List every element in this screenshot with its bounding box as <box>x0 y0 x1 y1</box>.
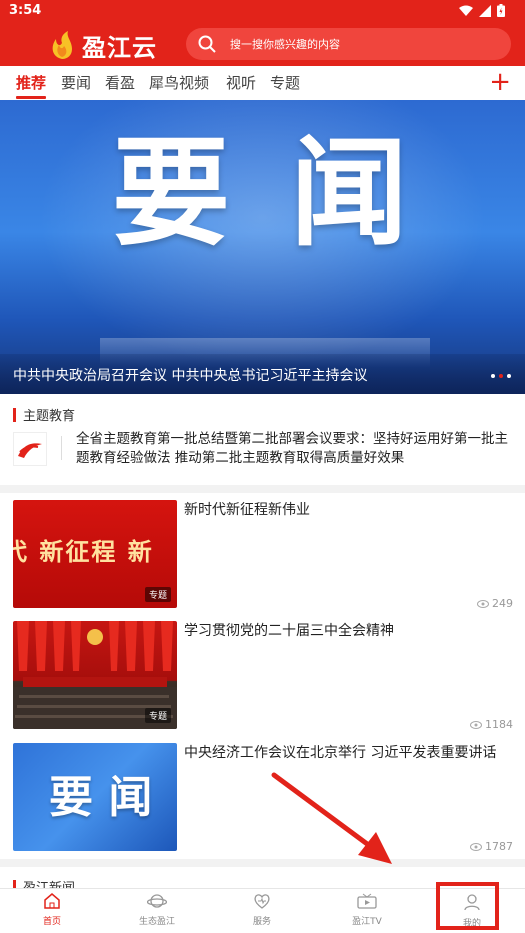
tab-audiovisual[interactable]: 视听 <box>226 72 256 93</box>
status-bar: 3:54 <box>0 0 525 24</box>
eye-icon <box>477 599 489 608</box>
view-count: 1787 <box>470 840 513 853</box>
news-card[interactable]: 代 新征程 新 专题 新时代新征程新伟业 249 <box>13 500 513 610</box>
home-icon <box>44 893 60 909</box>
news-title: 中央经济工作会议在北京举行 习近平发表重要讲话 <box>184 745 497 761</box>
heart-service-icon <box>254 894 270 909</box>
banner-big-text-2: 闻 <box>290 124 409 262</box>
carousel-dot-active <box>499 374 503 378</box>
view-count: 1184 <box>470 718 513 731</box>
tab-kanying[interactable]: 看盈 <box>105 72 135 93</box>
section-header-topic: 主题教育 <box>13 405 75 424</box>
add-channel-icon[interactable]: + <box>489 69 511 95</box>
carousel-dots <box>491 374 511 378</box>
news-thumbnail: 要 闻 <box>13 743 177 851</box>
nav-service[interactable]: 服务 <box>222 893 302 927</box>
news-card[interactable]: 要 闻 中央经济工作会议在北京举行 习近平发表重要讲话 1787 <box>13 743 513 853</box>
news-card[interactable]: 专题 学习贯彻党的二十届三中全会精神 1184 <box>13 621 513 731</box>
search-input[interactable]: 搜一搜你感兴趣的内容 <box>186 28 511 60</box>
eye-icon <box>470 720 482 729</box>
tab-recommend[interactable]: 推荐 <box>16 72 46 93</box>
divider <box>0 485 525 493</box>
carousel-dot <box>507 374 511 378</box>
flame-logo-icon <box>52 31 72 59</box>
tab-active-indicator <box>16 96 46 99</box>
app-header: 盈江云 搜一搜你感兴趣的内容 <box>0 24 525 66</box>
carousel-dot <box>491 374 495 378</box>
planet-icon <box>146 894 168 908</box>
section-title: 主题教育 <box>23 409 76 424</box>
banner-big-text-1: 要 <box>112 124 231 262</box>
search-placeholder: 搜一搜你感兴趣的内容 <box>230 38 340 51</box>
nav-yingjiang-tv[interactable]: 盈江TV <box>327 893 407 927</box>
special-tag: 专题 <box>144 587 171 602</box>
battery-icon <box>497 4 505 17</box>
tab-special[interactable]: 专题 <box>270 72 300 93</box>
signal-icon <box>479 4 491 17</box>
eye-icon <box>470 842 482 851</box>
status-time: 3:54 <box>9 3 42 18</box>
app-name: 盈江云 <box>82 32 157 62</box>
divider <box>0 859 525 867</box>
nav-home[interactable]: 首页 <box>12 893 92 927</box>
news-title: 学习贯彻党的二十届三中全会精神 <box>184 623 394 639</box>
channel-tabs: 推荐 要闻 看盈 犀鸟视频 视听 专题 + <box>0 66 525 100</box>
thumbnail-text: 代 新征程 新 <box>13 537 154 566</box>
tv-icon <box>357 893 377 909</box>
tab-hornbill-video[interactable]: 犀鸟视频 <box>149 72 209 93</box>
banner-caption: 中共中央政治局召开会议 中共中央总书记习近平主持会议 <box>13 368 368 384</box>
party-flag-icon <box>13 432 47 466</box>
search-icon <box>198 35 216 53</box>
wifi-icon <box>459 5 473 16</box>
topic-headline: 全省主题教育第一批总结暨第二批部署会议要求：坚持好运用好第一批主题教育经验做法 … <box>76 431 508 466</box>
news-title: 新时代新征程新伟业 <box>184 502 310 518</box>
banner-carousel[interactable]: 要 闻 中共中央政治局召开会议 中共中央总书记习近平主持会议 <box>0 100 525 394</box>
app-logo[interactable]: 盈江云 <box>46 28 157 62</box>
tab-headlines[interactable]: 要闻 <box>61 72 91 93</box>
news-thumbnail: 代 新征程 新 专题 <box>13 500 177 608</box>
news-thumbnail: 专题 <box>13 621 177 729</box>
highlight-box <box>436 882 499 930</box>
nav-eco-yingjiang[interactable]: 生态盈江 <box>117 893 197 927</box>
thumbnail-text: 要 闻 <box>49 772 153 823</box>
special-tag: 专题 <box>144 708 171 723</box>
view-count: 249 <box>477 597 513 610</box>
topic-headline-item[interactable]: 全省主题教育第一批总结暨第二批部署会议要求：坚持好运用好第一批主题教育经验做法 … <box>13 430 513 474</box>
